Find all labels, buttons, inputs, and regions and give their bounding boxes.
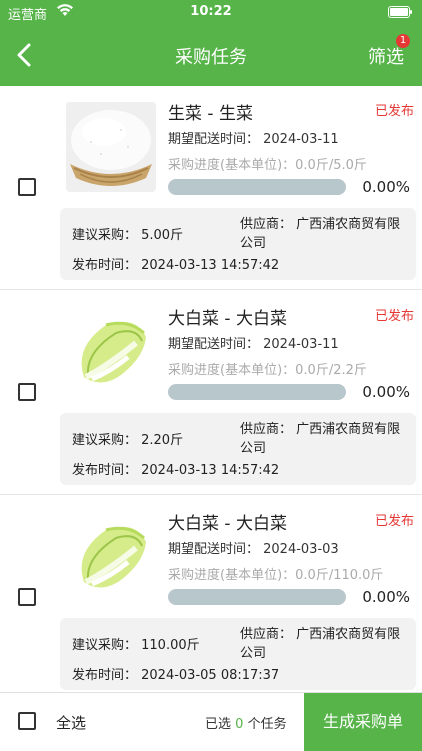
nav-bar: 采购任务 筛选 1: [0, 24, 422, 86]
product-image: [66, 307, 156, 397]
task-list: 生菜 - 生菜 已发布 期望配送时间： 2024-03-11 采购进度(基本单位…: [0, 86, 422, 692]
clock: 10:22: [190, 4, 232, 19]
progress-percent: 0.00%: [362, 178, 410, 196]
selected-suffix: 个任务: [247, 717, 287, 732]
bottom-bar: 全选 已选 0 个任务 生成采购单: [0, 692, 422, 751]
suggested-quantity: 建议采购： 5.00斤: [72, 228, 184, 243]
expected-delivery: 期望配送时间： 2024-03-11: [168, 132, 339, 147]
task-checkbox[interactable]: [18, 383, 36, 401]
expected-delivery: 期望配送时间： 2024-03-03: [168, 542, 339, 557]
product-image: [66, 512, 156, 602]
publish-time: 发布时间： 2024-03-13 14:57:42: [72, 258, 280, 273]
supplier: 供应商： 广西浦农商贸有限公司: [240, 627, 401, 661]
task-info-panel: 建议采购： 2.20斤 供应商： 广西浦农商贸有限公司 发布时间： 2024-0…: [60, 413, 416, 485]
selected-count: 0: [235, 717, 244, 732]
progress-label: 采购进度(基本单位)：0.0斤/2.2斤: [168, 363, 367, 378]
progress-bar: [168, 589, 346, 605]
status-bar: 运营商 10:22: [0, 0, 422, 24]
status-badge: 已发布: [374, 514, 414, 529]
status-badge: 已发布: [374, 104, 414, 119]
task-card: 大白菜 - 大白菜 已发布 期望配送时间： 2024-03-03 采购进度(基本…: [0, 496, 422, 692]
battery-icon: [388, 6, 412, 18]
suggested-quantity: 建议采购： 110.00斤: [72, 638, 200, 653]
filter-badge: 1: [396, 34, 410, 48]
select-all-checkbox[interactable]: [18, 712, 36, 730]
napa-cabbage-photo-icon: [66, 307, 156, 397]
task-info-panel: 建议采购： 5.00斤 供应商： 广西浦农商贸有限公司 发布时间： 2024-0…: [60, 208, 416, 280]
supplier: 供应商： 广西浦农商贸有限公司: [240, 217, 401, 251]
status-badge: 已发布: [374, 309, 414, 324]
select-all-label[interactable]: 全选: [56, 712, 86, 733]
product-name: 大白菜 - 大白菜: [168, 309, 287, 329]
task-checkbox[interactable]: [18, 178, 36, 196]
expected-delivery: 期望配送时间： 2024-03-11: [168, 337, 339, 352]
supplier: 供应商： 广西浦农商贸有限公司: [240, 422, 401, 456]
progress-bar: [168, 384, 346, 400]
publish-time: 发布时间： 2024-03-13 14:57:42: [72, 463, 280, 478]
publish-time: 发布时间： 2024-03-05 08:17:37: [72, 668, 280, 683]
product-name: 大白菜 - 大白菜: [168, 514, 287, 534]
napa-cabbage-photo-icon: [66, 512, 156, 602]
task-card: 大白菜 - 大白菜 已发布 期望配送时间： 2024-03-11 采购进度(基本…: [0, 291, 422, 495]
progress-bar: [168, 179, 346, 195]
rice-photo-icon: [66, 102, 156, 192]
product-name: 生菜 - 生菜: [168, 104, 253, 124]
page-title: 采购任务: [175, 47, 247, 68]
task-card: 生菜 - 生菜 已发布 期望配送时间： 2024-03-11 采购进度(基本单位…: [0, 86, 422, 290]
progress-percent: 0.00%: [362, 383, 410, 401]
generate-order-button[interactable]: 生成采购单: [304, 693, 422, 751]
progress-label: 采购进度(基本单位)：0.0斤/5.0斤: [168, 158, 367, 173]
progress-percent: 0.00%: [362, 588, 410, 606]
selected-count-text: 已选 0 个任务: [205, 713, 287, 732]
product-image: [66, 102, 156, 192]
task-info-panel: 建议采购： 110.00斤 供应商： 广西浦农商贸有限公司 发布时间： 2024…: [60, 618, 416, 690]
task-checkbox[interactable]: [18, 588, 36, 606]
selected-prefix: 已选: [205, 717, 232, 732]
suggested-quantity: 建议采购： 2.20斤: [72, 433, 184, 448]
progress-label: 采购进度(基本单位)：0.0斤/110.0斤: [168, 568, 384, 583]
